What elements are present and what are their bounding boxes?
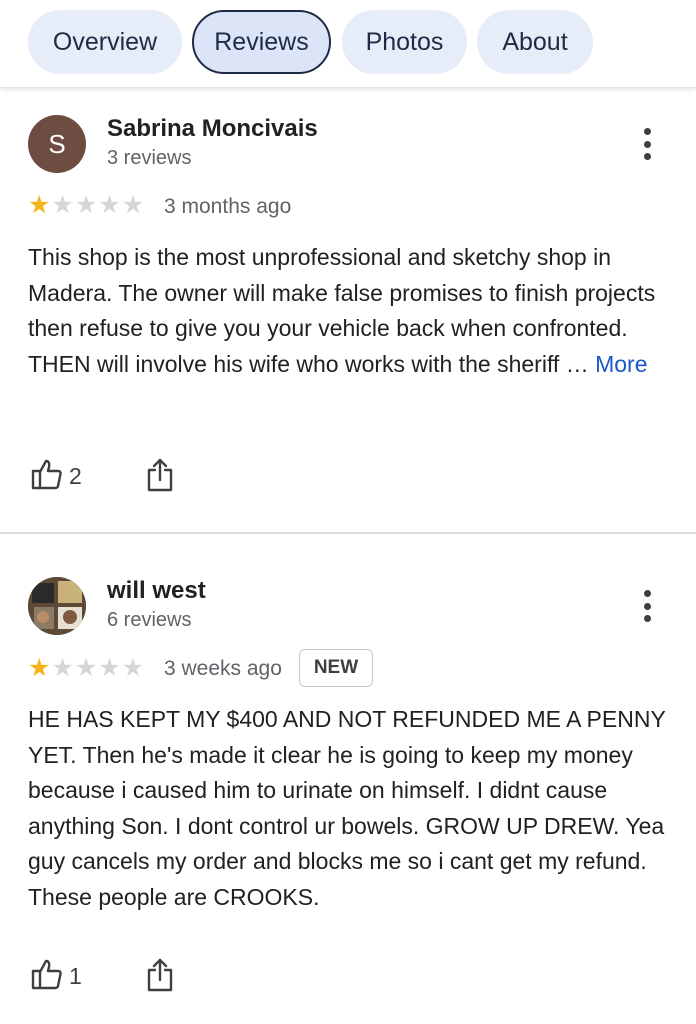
thumbs-up-icon bbox=[31, 957, 63, 996]
star-icon: ★ bbox=[51, 654, 74, 682]
new-badge: NEW bbox=[299, 649, 373, 687]
like-count: 1 bbox=[69, 963, 82, 989]
more-vert-icon[interactable] bbox=[632, 586, 662, 626]
star-icon: ★ bbox=[98, 654, 121, 682]
review-date: 3 weeks ago bbox=[164, 657, 282, 680]
share-icon[interactable] bbox=[146, 958, 174, 997]
reviewer-review-count: 6 reviews bbox=[107, 609, 192, 631]
reviewer-name[interactable]: will west bbox=[107, 577, 206, 605]
star-icon: ★ bbox=[74, 654, 98, 682]
star-icon: ★ bbox=[121, 654, 145, 682]
avatar[interactable] bbox=[28, 577, 86, 635]
star-rating: ★ ★ ★ ★ ★ bbox=[28, 656, 144, 681]
review-text: HE HAS KEPT MY $400 AND NOT REFUNDED ME … bbox=[28, 702, 668, 916]
star-icon: ★ bbox=[28, 654, 51, 682]
review-card: will west 6 reviews ★ ★ ★ ★ ★ 3 weeks ag… bbox=[0, 0, 696, 1024]
review-text-content: HE HAS KEPT MY $400 AND NOT REFUNDED ME … bbox=[28, 706, 666, 910]
like-button[interactable]: 1 bbox=[31, 957, 82, 996]
